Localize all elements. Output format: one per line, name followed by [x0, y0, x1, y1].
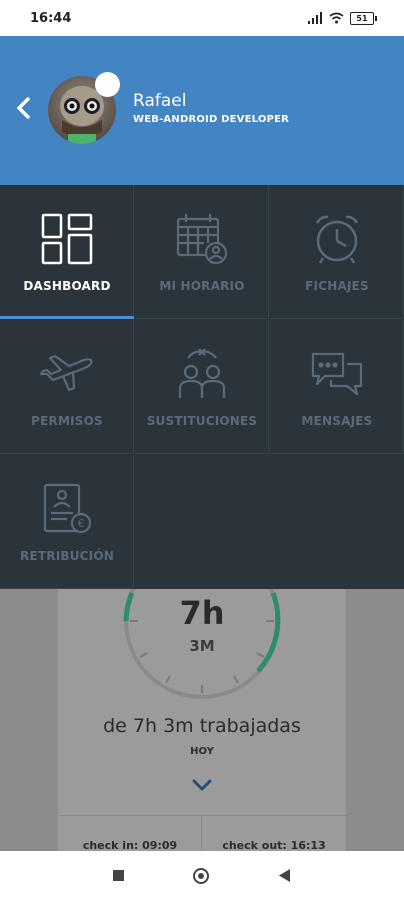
status-time: 16:44 — [30, 11, 72, 26]
payslip-icon: € — [43, 483, 92, 534]
nav-back-icon[interactable] — [279, 869, 291, 882]
wifi-icon — [329, 12, 344, 24]
battery-icon: 51 — [350, 11, 377, 25]
menu-item-label: MENSAJES — [301, 414, 373, 428]
chevron-down-icon[interactable] — [190, 777, 214, 793]
dashboard-icon — [41, 213, 93, 265]
menu-item-dashboard[interactable]: DASHBOARD — [0, 185, 134, 319]
airplane-icon — [39, 354, 93, 392]
worked-summary: de 7h 3m trabajadas — [103, 715, 301, 737]
avatar-status-dot — [95, 72, 120, 97]
menu-item-mi-horario[interactable]: MI HORARIO — [135, 185, 269, 319]
menu-item-label: PERMISOS — [31, 414, 103, 428]
status-bar: 16:44 51 — [0, 0, 404, 36]
signal-icon — [308, 12, 322, 24]
messages-icon — [311, 352, 363, 396]
menu-item-retribucion[interactable]: € RETRIBUCIÓN — [0, 455, 134, 589]
alarm-clock-icon — [315, 215, 359, 264]
substitution-icon — [178, 348, 226, 398]
user-role: WEB-ANDROID DEVELOPER — [133, 114, 290, 125]
menu-item-fichajes[interactable]: FICHAJES — [270, 185, 404, 319]
home-icon[interactable] — [193, 868, 209, 884]
profile-header: Rafael WEB-ANDROID DEVELOPER — [0, 36, 404, 185]
minutes-worked: 3M — [189, 637, 215, 655]
menu-item-label: SUSTITUCIONES — [146, 414, 258, 428]
menu-item-label: RETRIBUCIÓN — [20, 549, 114, 563]
menu-item-label: FICHAJES — [305, 279, 369, 293]
schedule-icon — [176, 214, 228, 265]
back-arrow-icon[interactable] — [12, 93, 36, 123]
status-icons: 51 — [308, 11, 377, 25]
system-navigation-bar — [0, 851, 404, 900]
hours-worked: 7h — [179, 594, 225, 632]
menu-item-sustituciones[interactable]: SUSTITUCIONES — [135, 320, 269, 454]
checks-divider — [58, 815, 346, 816]
menu-item-label: DASHBOARD — [23, 279, 111, 293]
recent-apps-icon[interactable] — [113, 870, 124, 881]
day-label: HOY — [190, 746, 214, 757]
menu-item-mensajes[interactable]: MENSAJES — [270, 320, 404, 454]
dashboard-content: 7h 3M de 7h 3m trabajadas HOY check in: … — [0, 589, 404, 852]
user-name: Rafael — [133, 91, 187, 111]
menu-item-label: MI HORARIO — [159, 279, 245, 293]
main-menu-grid: DASHBOARD MI HORARIO FICHAJES PERMISOS S… — [0, 185, 404, 589]
svg-text:€: € — [78, 517, 85, 530]
menu-item-permisos[interactable]: PERMISOS — [0, 320, 134, 454]
